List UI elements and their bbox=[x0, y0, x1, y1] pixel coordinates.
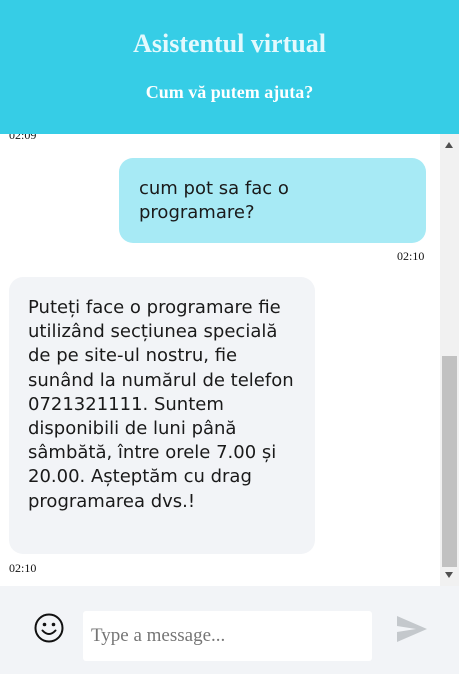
header-title: Asistentul virtual bbox=[133, 29, 326, 58]
scroll-up-arrow-icon[interactable] bbox=[445, 142, 453, 148]
message-time: 02:10 bbox=[397, 249, 425, 263]
message-input[interactable] bbox=[83, 611, 372, 661]
message-time: 02:09 bbox=[9, 134, 37, 142]
user-message-bubble: cum pot sa fac o programare? bbox=[119, 158, 426, 243]
chat-messages[interactable]: 02:09 cum pot sa fac o programare? 02:10… bbox=[0, 134, 440, 586]
chat-header: Asistentul virtual Cum vă putem ajuta? bbox=[0, 0, 459, 134]
header-subtitle: Cum vă putem ajuta? bbox=[145, 82, 314, 102]
scroll-down-arrow-icon[interactable] bbox=[445, 572, 453, 578]
smiley-icon[interactable] bbox=[34, 613, 64, 643]
chat-input-bar bbox=[0, 586, 459, 674]
send-arrow-icon[interactable] bbox=[396, 615, 428, 643]
scrollbar-thumb[interactable] bbox=[442, 356, 457, 567]
chat-scrollbar[interactable] bbox=[440, 134, 459, 586]
bot-message-bubble: Puteți face o programare fie utilizând s… bbox=[9, 277, 315, 554]
message-time: 02:10 bbox=[9, 561, 37, 575]
